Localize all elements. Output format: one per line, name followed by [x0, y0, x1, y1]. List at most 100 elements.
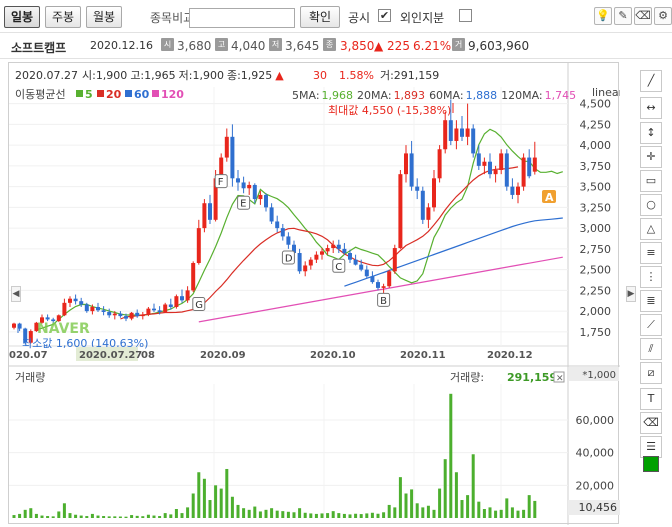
volume-bar — [124, 516, 128, 518]
parallel-line-icon[interactable]: ⫽ — [640, 338, 662, 360]
candle-body — [112, 313, 117, 316]
volume-bar — [337, 513, 341, 518]
horizontal-line-icon[interactable]: ↔ — [640, 97, 662, 119]
trend-line-icon[interactable]: ╱ — [640, 70, 662, 92]
draw-tool-icon[interactable]: ✎ — [614, 7, 632, 25]
volume-bar — [202, 478, 206, 518]
candle-body — [280, 228, 285, 237]
volume-bar — [516, 510, 520, 518]
volume-bar — [118, 516, 122, 518]
candle-body — [84, 304, 89, 312]
foreign-ownership-checkbox[interactable] — [459, 9, 472, 22]
volume-bar — [169, 514, 173, 518]
fan-line-icon[interactable]: ⟋ — [640, 314, 662, 336]
price-tick-label: 3,750 — [580, 160, 612, 173]
candle-body — [241, 182, 246, 189]
price-tick-label: 2,250 — [580, 284, 612, 297]
candle-body — [185, 290, 190, 301]
volume-bar — [214, 485, 218, 518]
volume-bar — [197, 472, 201, 518]
volume-bar — [421, 507, 425, 518]
volume-bar — [247, 509, 251, 518]
volume-bar — [499, 509, 503, 518]
candle-body — [348, 253, 352, 260]
scroll-right-button[interactable]: ▶ — [626, 286, 636, 302]
rectangle-icon[interactable]: ▭ — [640, 170, 662, 192]
price-tick-label: 3,000 — [580, 222, 612, 235]
retracement-icon[interactable]: ≣ — [640, 290, 662, 312]
volume-bar — [522, 509, 526, 518]
ma20-line — [120, 166, 519, 320]
circle-icon[interactable]: ○ — [640, 194, 662, 216]
vertical-line-icon[interactable]: ↕ — [640, 122, 662, 144]
price-tick-label: 2,750 — [580, 243, 612, 256]
candle-body — [320, 251, 324, 255]
candle-body — [129, 312, 134, 319]
chart-canvas[interactable]: 1,750 2,000 2,250 2,500 2,750 3,000 3,250 3,500… — [9, 63, 620, 525]
triangle-icon[interactable]: △ — [640, 218, 662, 240]
candle-body — [471, 128, 476, 154]
candle-body — [331, 244, 336, 249]
moving-average-layer — [36, 128, 563, 331]
tab-daily[interactable]: 일봉 — [4, 6, 40, 28]
crosshair-icon[interactable]: ✛ — [640, 146, 662, 168]
volume-bar — [314, 513, 318, 518]
candle-body — [342, 248, 347, 254]
channel-icon[interactable]: ≡ — [640, 242, 662, 264]
volume-bar — [90, 513, 94, 518]
candle-body — [420, 190, 425, 220]
max-value-annotation: 최대값 4,550 (-15,38%) — [328, 104, 451, 117]
candle-body — [73, 298, 78, 302]
volume-bar — [286, 511, 290, 518]
price-tick-label: 4,000 — [580, 139, 612, 152]
crosshair-info-right: 30 1.58% 거:291,159 — [313, 69, 439, 82]
volume-bar — [376, 513, 380, 518]
line-width-icon[interactable]: ☰ — [640, 436, 662, 458]
volume-bar — [398, 477, 402, 518]
volume-bar — [359, 514, 363, 518]
candle-body — [443, 120, 448, 150]
eraser-tool-icon[interactable]: ⌫ — [640, 412, 662, 434]
volume-bar — [275, 510, 279, 518]
x-tick-label: 2020.12 — [487, 350, 533, 361]
volume-bar — [225, 468, 229, 518]
candle-body — [359, 264, 364, 270]
candle-body — [521, 157, 526, 187]
scroll-left-button[interactable]: ◀ — [11, 286, 21, 302]
volume-tag-icon: 거 — [452, 38, 465, 51]
lightbulb-icon[interactable]: 💡 — [594, 7, 612, 25]
eraser-icon[interactable]: ⌫ — [634, 7, 652, 25]
close-icon[interactable]: ✕ — [556, 374, 564, 384]
notice-checkbox[interactable]: ✔ — [378, 9, 391, 22]
confirm-button[interactable]: 확인 — [300, 6, 340, 28]
volume-bar — [488, 507, 492, 518]
volume-bar — [18, 513, 22, 518]
color-picker-swatch[interactable] — [643, 456, 659, 472]
volume-bar — [146, 514, 150, 518]
volume-bar — [454, 472, 458, 518]
stock-chart[interactable]: 1,750 2,000 2,250 2,500 2,750 3,000 3,250 3,500… — [8, 62, 620, 525]
candle-body — [532, 157, 537, 172]
volume-bar — [163, 513, 167, 518]
candle-body — [96, 306, 100, 311]
volume-bar — [68, 513, 72, 518]
compare-input[interactable] — [189, 8, 295, 28]
volume-bar — [387, 504, 391, 518]
volume-bar — [23, 509, 27, 518]
fibonacci-icon[interactable]: ⋮ — [640, 266, 662, 288]
settings-icon[interactable]: ⚙ — [654, 7, 672, 25]
scale-mode-label[interactable]: linear — [592, 86, 620, 99]
volume-bar — [230, 496, 234, 518]
candle-body — [516, 186, 520, 195]
tab-monthly[interactable]: 월봉 — [86, 6, 122, 28]
candle-body — [163, 304, 168, 312]
volume-bar — [191, 493, 195, 518]
candle-body — [264, 194, 268, 208]
regression-icon[interactable]: ⧄ — [640, 362, 662, 384]
tab-weekly[interactable]: 주봉 — [45, 6, 81, 28]
volume-bar — [135, 515, 139, 518]
text-tool-icon[interactable]: T — [640, 388, 662, 410]
candle-body — [12, 323, 16, 328]
candle-body — [426, 207, 431, 220]
candle-body — [376, 282, 380, 288]
